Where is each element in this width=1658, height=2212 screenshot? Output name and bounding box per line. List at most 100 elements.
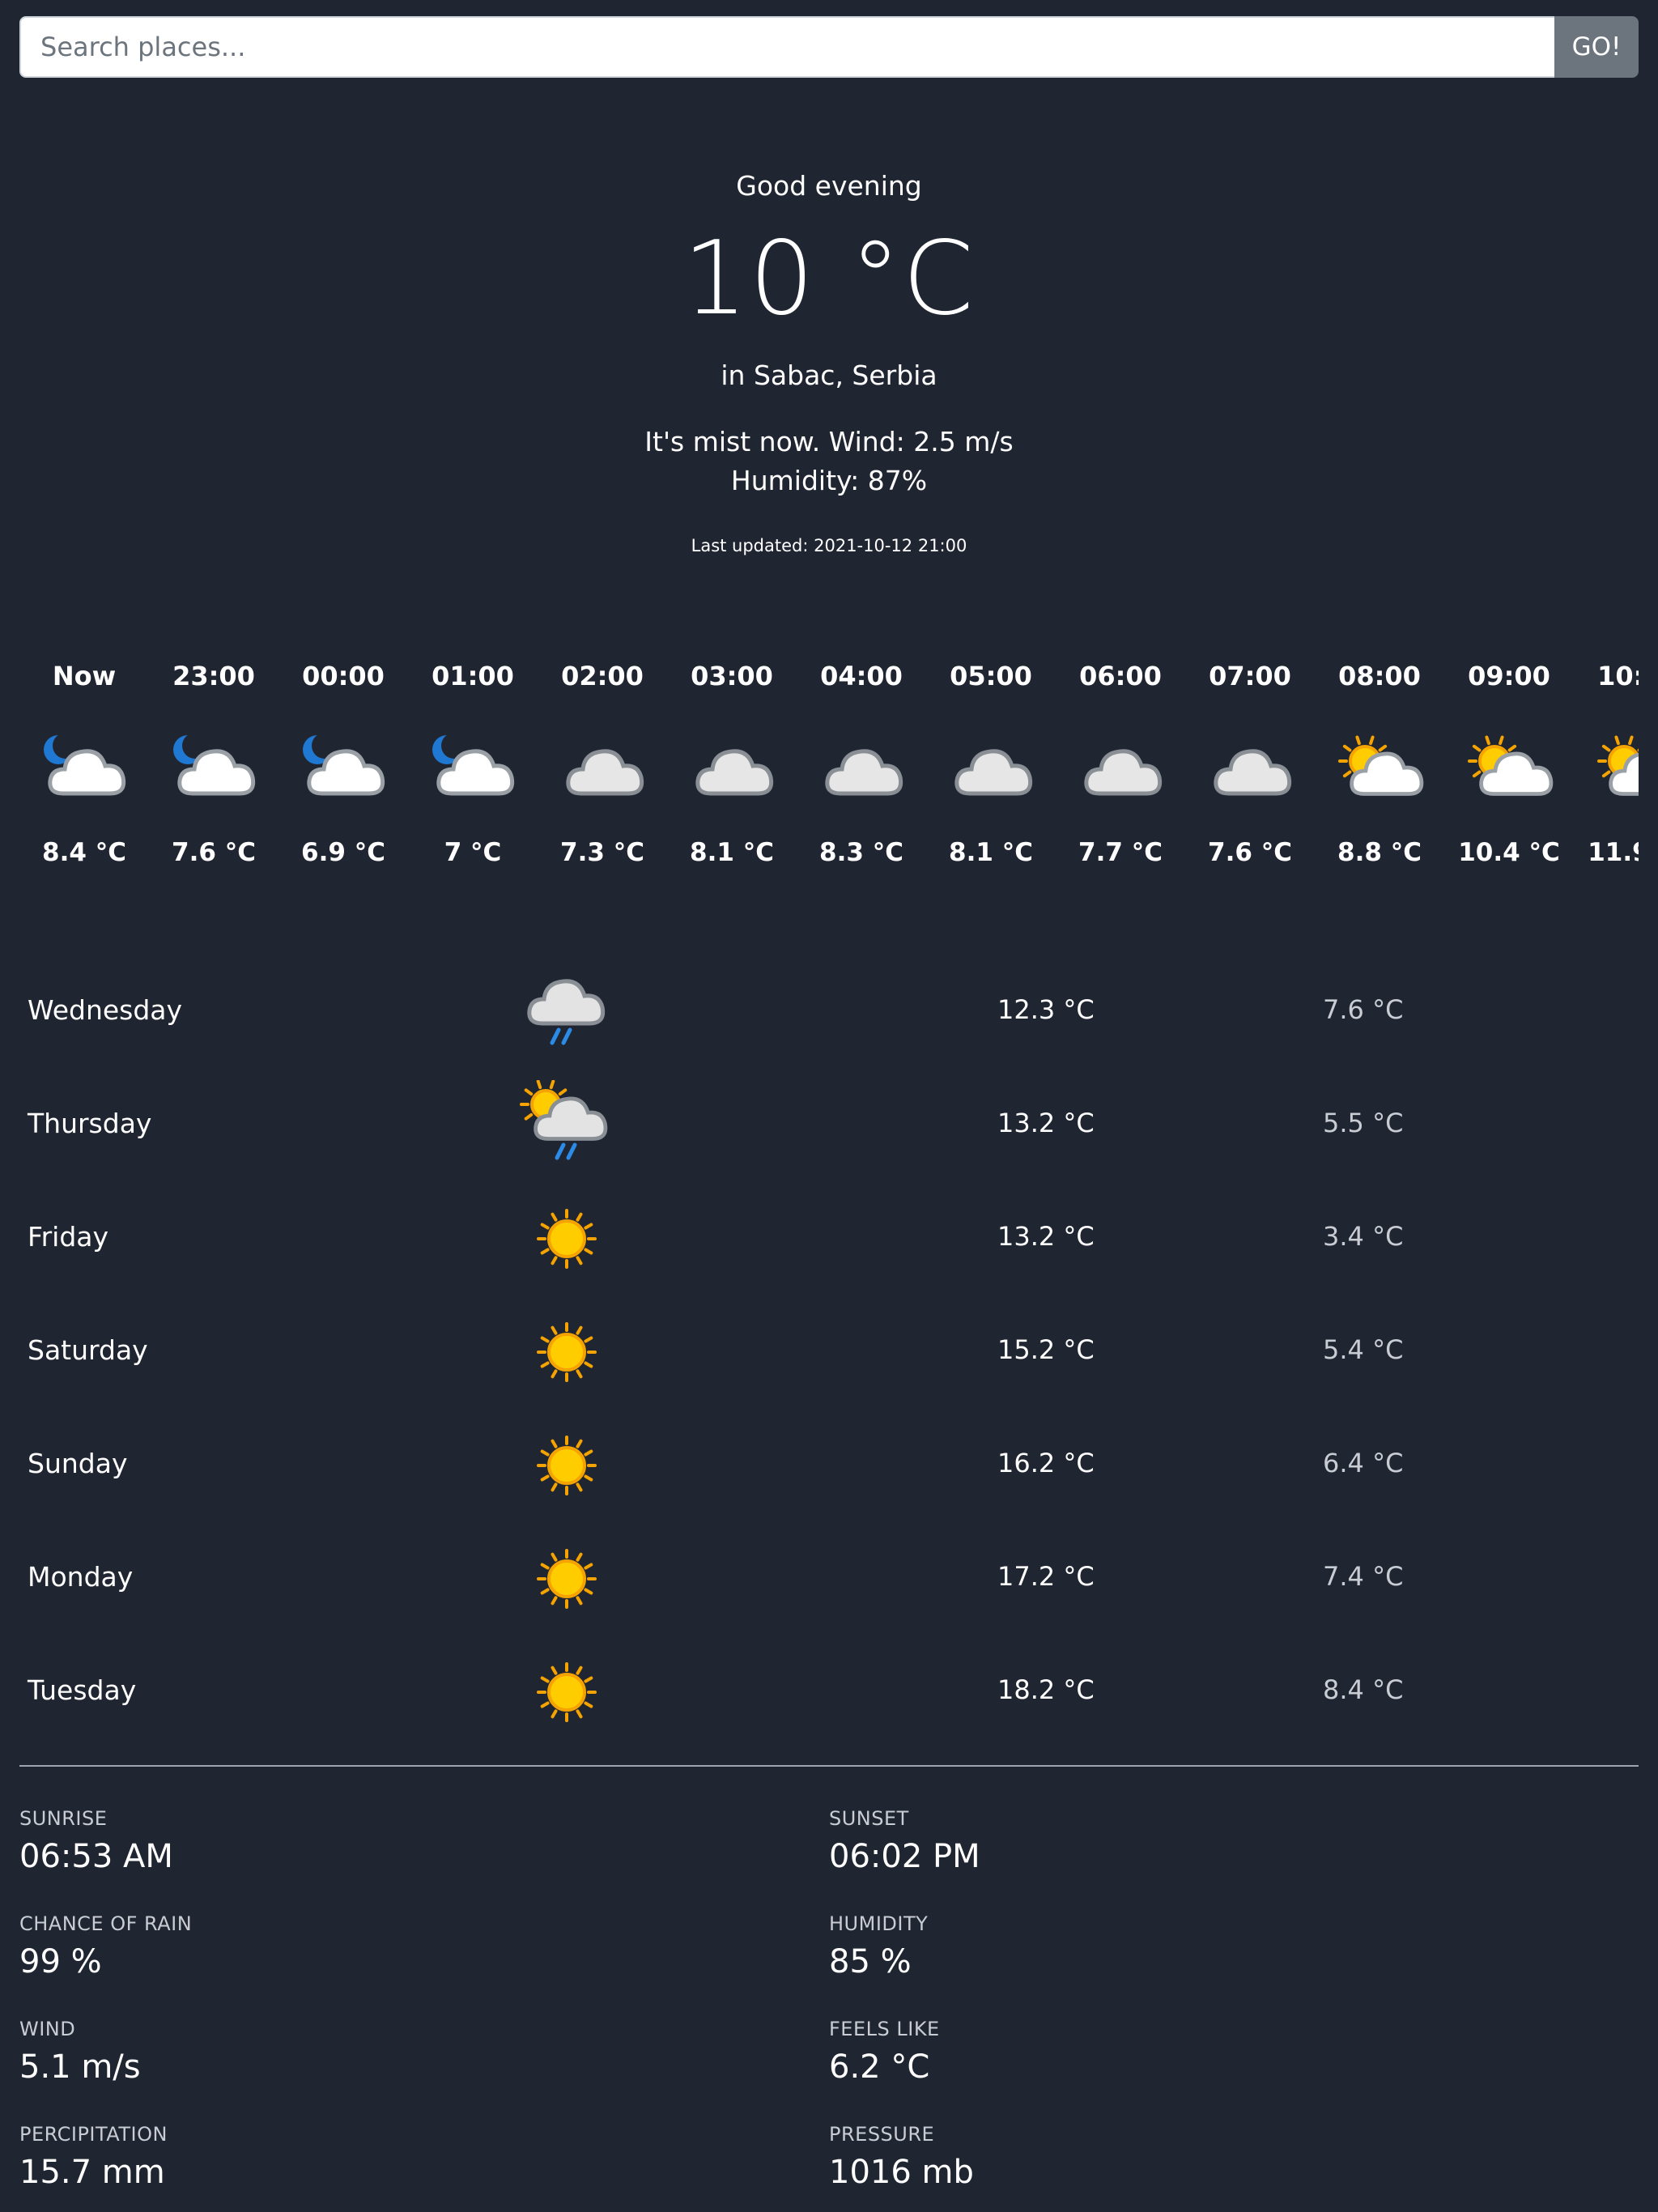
cloud-icon <box>1185 725 1315 823</box>
day-name: Saturday <box>28 1334 148 1366</box>
detail-label: PRESSURE <box>829 2123 935 2146</box>
day-min-temperature: 7.4 °C <box>1323 1561 1404 1592</box>
go-button[interactable]: GO! <box>1554 16 1639 78</box>
hour-temperature: 8.8 °C <box>1337 838 1422 867</box>
hour-time: 09:00 <box>1468 661 1550 691</box>
hour-temperature: 7.6 °C <box>1208 838 1292 867</box>
greeting: Good evening <box>736 170 922 202</box>
hour-time: 10:00 <box>1597 661 1639 691</box>
day-min-temperature: 5.4 °C <box>1323 1334 1404 1365</box>
detail-value: 1016 mb <box>829 2154 974 2191</box>
sun-icon <box>518 1307 615 1397</box>
hour-temperature: 7.3 °C <box>560 838 644 867</box>
detail-humidity: HUMIDITY 85 % <box>829 1912 1558 1980</box>
day-max-temperature: 13.2 °C <box>997 1108 1095 1138</box>
day-name: Wednesday <box>28 994 183 1026</box>
sun-icon <box>518 1534 615 1624</box>
location: in Sabac, Serbia <box>721 359 937 391</box>
detail-label: FEELS LIKE <box>829 2018 940 2040</box>
detail-value: 06:53 AM <box>19 1838 173 1875</box>
night-cloud-icon <box>19 725 149 823</box>
day-max-temperature: 18.2 °C <box>997 1674 1095 1705</box>
cloud-icon <box>926 725 1056 823</box>
hourly-item: 08:00 8.8 °C <box>1315 656 1444 873</box>
hour-temperature: 8.1 °C <box>949 838 1033 867</box>
daily-row: Saturday 15.2 °C 5.4 °C <box>0 1295 1658 1409</box>
cloud-icon <box>538 725 667 823</box>
hour-time: 05:00 <box>950 661 1032 691</box>
sun-cloud-icon <box>1315 725 1444 823</box>
detail-wind: WIND 5.1 m/s <box>19 2018 748 2086</box>
hour-time: Now <box>52 661 117 691</box>
hour-temperature: 8.1 °C <box>690 838 774 867</box>
sun-icon <box>518 1420 615 1511</box>
hourly-item: 05:00 8.1 °C <box>926 656 1056 873</box>
day-max-temperature: 17.2 °C <box>997 1561 1095 1592</box>
hourly-item: 06:00 7.7 °C <box>1056 656 1185 873</box>
detail-pressure: PRESSURE 1016 mb <box>829 2123 1558 2191</box>
hourly-item: 23:00 7.6 °C <box>149 656 278 873</box>
detail-label: WIND <box>19 2018 76 2040</box>
cloud-icon <box>1056 725 1185 823</box>
day-name: Thursday <box>28 1108 152 1139</box>
hour-temperature: 11.9 °C <box>1588 838 1639 867</box>
daily-row: Friday 13.2 °C 3.4 °C <box>0 1182 1658 1295</box>
daily-row: Sunday 16.2 °C 6.4 °C <box>0 1409 1658 1522</box>
hour-time: 03:00 <box>691 661 773 691</box>
hour-time: 06:00 <box>1079 661 1162 691</box>
detail-feels-like: FEELS LIKE 6.2 °C <box>829 2018 1558 2086</box>
cloud-icon <box>797 725 926 823</box>
detail-chance-of-rain: CHANCE OF RAIN 99 % <box>19 1912 748 1980</box>
detail-value: 06:02 PM <box>829 1838 980 1875</box>
day-max-temperature: 15.2 °C <box>997 1334 1095 1365</box>
night-cloud-icon <box>278 725 408 823</box>
hour-temperature: 7 °C <box>444 838 502 867</box>
sun-icon <box>518 1647 615 1738</box>
search-input[interactable] <box>19 16 1554 78</box>
day-max-temperature: 13.2 °C <box>997 1221 1095 1252</box>
daily-row: Thursday 13.2 °C 5.5 °C <box>0 1069 1658 1182</box>
detail-value: 15.7 mm <box>19 2154 165 2191</box>
hour-time: 08:00 <box>1338 661 1421 691</box>
day-max-temperature: 16.2 °C <box>997 1448 1095 1478</box>
hour-temperature: 7.7 °C <box>1078 838 1163 867</box>
hour-temperature: 8.3 °C <box>819 838 903 867</box>
hourly-item: 07:00 7.6 °C <box>1185 656 1315 873</box>
night-cloud-icon <box>149 725 278 823</box>
detail-label: CHANCE OF RAIN <box>19 1912 193 1935</box>
detail-value: 5.1 m/s <box>19 2048 141 2086</box>
hourly-item: 01:00 7 °C <box>408 656 538 873</box>
hourly-item: 00:00 6.9 °C <box>278 656 408 873</box>
day-name: Friday <box>28 1221 109 1253</box>
detail-sunrise: SUNRISE 06:53 AM <box>19 1807 748 1875</box>
divider <box>19 1765 1639 1767</box>
hour-time: 23:00 <box>172 661 255 691</box>
day-min-temperature: 6.4 °C <box>1323 1448 1404 1478</box>
detail-label: SUNSET <box>829 1807 909 1830</box>
hourly-item: 02:00 7.3 °C <box>538 656 667 873</box>
hourly-item: 04:00 8.3 °C <box>797 656 926 873</box>
day-min-temperature: 3.4 °C <box>1323 1221 1404 1252</box>
hour-temperature: 6.9 °C <box>301 838 385 867</box>
daily-row: Tuesday 18.2 °C 8.4 °C <box>0 1636 1658 1749</box>
night-cloud-icon <box>408 725 538 823</box>
day-min-temperature: 8.4 °C <box>1323 1674 1404 1705</box>
hourly-forecast[interactable]: Now 8.4 °C 23:00 7.6 °C 00:00 6.9 °C 01:00 7 °C… <box>19 656 1639 915</box>
sun-cloud-icon <box>1574 725 1639 823</box>
day-min-temperature: 7.6 °C <box>1323 994 1404 1025</box>
detail-label: PERCIPITATION <box>19 2123 168 2146</box>
day-max-temperature: 12.3 °C <box>997 994 1095 1025</box>
day-min-temperature: 5.5 °C <box>1323 1108 1404 1138</box>
current-temperature: 10 °C <box>682 219 976 338</box>
detail-sunset: SUNSET 06:02 PM <box>829 1807 1558 1875</box>
detail-precipitation: PERCIPITATION 15.7 mm <box>19 2123 748 2191</box>
hourly-item: Now 8.4 °C <box>19 656 149 873</box>
hour-time: 04:00 <box>820 661 903 691</box>
daily-row: Wednesday 12.3 °C 7.6 °C <box>0 955 1658 1069</box>
detail-value: 6.2 °C <box>829 2048 930 2086</box>
humidity-line: Humidity: 87% <box>730 465 928 496</box>
detail-label: HUMIDITY <box>829 1912 929 1935</box>
current-conditions: It's mist now. Wind: 2.5 m/s Humidity: 8… <box>0 423 1658 500</box>
sun-icon <box>518 1193 615 1284</box>
rain-cloud-icon <box>518 967 615 1057</box>
